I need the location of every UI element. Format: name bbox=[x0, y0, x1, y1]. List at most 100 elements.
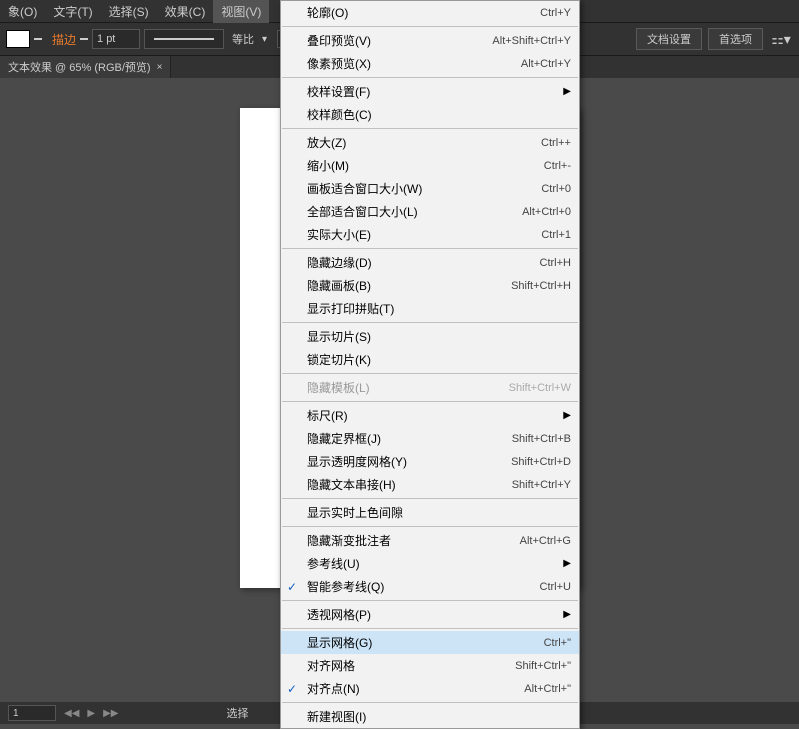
menu-item-37[interactable]: 对齐网格Shift+Ctrl+" bbox=[281, 654, 579, 677]
menu-item-label: 画板适合窗口大小(W) bbox=[307, 180, 541, 197]
menu-item-label: 隐藏渐变批注者 bbox=[307, 532, 520, 549]
menu-item-label: 隐藏画板(B) bbox=[307, 277, 511, 294]
menu-separator bbox=[282, 600, 578, 601]
menu-item-6[interactable]: 校样颜色(C) bbox=[281, 103, 579, 126]
menu-type[interactable]: 文字(T) bbox=[45, 0, 100, 23]
menu-item-36[interactable]: 显示网格(G)Ctrl+" bbox=[281, 631, 579, 654]
last-artboard-icon[interactable]: ▶▶ bbox=[103, 708, 118, 719]
menu-item-shortcut: Alt+Ctrl+Y bbox=[521, 58, 571, 70]
menu-item-shortcut: Shift+Ctrl+H bbox=[511, 280, 571, 292]
menu-item-label: 锁定切片(K) bbox=[307, 351, 571, 368]
menu-item-0[interactable]: 轮廓(O)Ctrl+Y bbox=[281, 1, 579, 24]
menu-item-38[interactable]: ✓对齐点(N)Alt+Ctrl+" bbox=[281, 677, 579, 700]
menu-separator bbox=[282, 248, 578, 249]
ratio-label: 等比 bbox=[232, 31, 254, 47]
document-setup-button[interactable]: 文档设置 bbox=[636, 28, 702, 50]
menu-item-34[interactable]: 透视网格(P)▶ bbox=[281, 603, 579, 626]
menu-item-shortcut: Ctrl+1 bbox=[541, 229, 571, 241]
menu-item-label: 新建视图(I) bbox=[307, 708, 571, 725]
menu-item-shortcut: Alt+Ctrl+" bbox=[524, 683, 571, 695]
status-select-label: 选择 bbox=[226, 705, 248, 721]
menu-item-label: 智能参考线(Q) bbox=[307, 578, 540, 595]
menu-item-label: 放大(Z) bbox=[307, 134, 541, 151]
chevron-down-icon[interactable]: ▾ bbox=[262, 34, 267, 45]
menu-effect[interactable]: 效果(C) bbox=[157, 0, 214, 23]
menu-item-32[interactable]: ✓ 智能参考线(Q)Ctrl+U bbox=[281, 575, 579, 598]
menu-item-3[interactable]: 像素预览(X)Alt+Ctrl+Y bbox=[281, 52, 579, 75]
menu-item-label: 校样颜色(C) bbox=[307, 106, 571, 123]
prev-artboard-icon[interactable]: ◀◀ bbox=[64, 708, 79, 719]
menu-item-31[interactable]: 参考线(U)▶ bbox=[281, 552, 579, 575]
menu-item-shortcut: Ctrl+" bbox=[544, 637, 571, 649]
next-artboard-icon[interactable]: ▶ bbox=[87, 708, 95, 719]
stroke-style-select[interactable] bbox=[144, 29, 224, 49]
document-tab[interactable]: 文本效果 @ 65% (RGB/预览) × bbox=[0, 56, 171, 78]
menu-separator bbox=[282, 128, 578, 129]
menu-item-label: 校样设置(F) bbox=[307, 83, 571, 100]
menu-item-30[interactable]: 隐藏渐变批注者Alt+Ctrl+G bbox=[281, 529, 579, 552]
menu-item-25[interactable]: 显示透明度网格(Y)Shift+Ctrl+D bbox=[281, 450, 579, 473]
panel-menu-icon[interactable]: ⚏▾ bbox=[769, 29, 793, 49]
menu-item-shortcut: Shift+Ctrl+" bbox=[515, 660, 571, 672]
menu-item-shortcut: Shift+Ctrl+D bbox=[511, 456, 571, 468]
close-icon[interactable]: × bbox=[157, 62, 163, 73]
menu-separator bbox=[282, 526, 578, 527]
menu-item-2[interactable]: 叠印预览(V)Alt+Shift+Ctrl+Y bbox=[281, 29, 579, 52]
chevron-right-icon: ▶ bbox=[563, 86, 571, 97]
fill-swatch[interactable] bbox=[6, 30, 30, 48]
menu-item-label: 显示切片(S) bbox=[307, 328, 571, 345]
menu-item-shortcut: Ctrl+Y bbox=[540, 7, 571, 19]
chevron-right-icon: ▶ bbox=[563, 410, 571, 421]
menu-view[interactable]: 视图(V) bbox=[213, 0, 269, 23]
menu-item-shortcut: Ctrl+0 bbox=[541, 183, 571, 195]
menu-item-24[interactable]: 隐藏定界框(J)Shift+Ctrl+B bbox=[281, 427, 579, 450]
menu-separator bbox=[282, 77, 578, 78]
menu-item-shortcut: Alt+Ctrl+0 bbox=[522, 206, 571, 218]
menu-select[interactable]: 选择(S) bbox=[101, 0, 157, 23]
menu-separator bbox=[282, 322, 578, 323]
menu-item-shortcut: Shift+Ctrl+Y bbox=[512, 479, 571, 491]
menu-item-label: 隐藏定界框(J) bbox=[307, 430, 512, 447]
menu-item-23[interactable]: 标尺(R)▶ bbox=[281, 404, 579, 427]
menu-item-28[interactable]: 显示实时上色间隙 bbox=[281, 501, 579, 524]
menu-item-5[interactable]: 校样设置(F)▶ bbox=[281, 80, 579, 103]
menu-item-18[interactable]: 显示切片(S) bbox=[281, 325, 579, 348]
document-tab-title: 文本效果 @ 65% (RGB/预览) bbox=[8, 59, 151, 75]
menu-item-label: 对齐网格 bbox=[307, 657, 515, 674]
menu-item-label: 参考线(U) bbox=[307, 555, 571, 572]
menu-item-label: 显示网格(G) bbox=[307, 634, 544, 651]
menu-separator bbox=[282, 401, 578, 402]
menu-item-shortcut: Ctrl+U bbox=[540, 581, 571, 593]
menu-item-40[interactable]: 新建视图(I) bbox=[281, 705, 579, 728]
menu-separator bbox=[282, 26, 578, 27]
menu-item-shortcut: Alt+Ctrl+G bbox=[520, 535, 571, 547]
menu-item-shortcut: Ctrl++ bbox=[541, 137, 571, 149]
check-icon: ✓ bbox=[287, 580, 297, 594]
menu-item-label: 叠印预览(V) bbox=[307, 32, 492, 49]
menu-item-15[interactable]: 隐藏画板(B)Shift+Ctrl+H bbox=[281, 274, 579, 297]
menu-object[interactable]: 象(O) bbox=[0, 0, 45, 23]
menu-item-label: 标尺(R) bbox=[307, 407, 571, 424]
menu-item-label: 像素预览(X) bbox=[307, 55, 521, 72]
menu-separator bbox=[282, 498, 578, 499]
menu-item-19[interactable]: 锁定切片(K) bbox=[281, 348, 579, 371]
menu-item-14[interactable]: 隐藏边缘(D)Ctrl+H bbox=[281, 251, 579, 274]
menu-item-label: 显示实时上色间隙 bbox=[307, 504, 571, 521]
zoom-input[interactable] bbox=[8, 705, 56, 721]
menu-item-21: 隐藏模板(L)Shift+Ctrl+W bbox=[281, 376, 579, 399]
menu-item-9[interactable]: 缩小(M)Ctrl+- bbox=[281, 154, 579, 177]
menu-item-11[interactable]: 全部适合窗口大小(L)Alt+Ctrl+0 bbox=[281, 200, 579, 223]
menu-separator bbox=[282, 702, 578, 703]
menu-item-shortcut: Shift+Ctrl+B bbox=[512, 433, 571, 445]
menu-item-8[interactable]: 放大(Z)Ctrl++ bbox=[281, 131, 579, 154]
swap-icon[interactable] bbox=[34, 38, 42, 40]
menu-item-label: 隐藏模板(L) bbox=[307, 379, 509, 396]
menu-item-10[interactable]: 画板适合窗口大小(W)Ctrl+0 bbox=[281, 177, 579, 200]
menu-item-16[interactable]: 显示打印拼贴(T) bbox=[281, 297, 579, 320]
stroke-weight-input[interactable] bbox=[92, 29, 140, 49]
preferences-button[interactable]: 首选项 bbox=[708, 28, 763, 50]
menu-item-26[interactable]: 隐藏文本串接(H)Shift+Ctrl+Y bbox=[281, 473, 579, 496]
menu-item-label: 全部适合窗口大小(L) bbox=[307, 203, 522, 220]
menu-item-12[interactable]: 实际大小(E)Ctrl+1 bbox=[281, 223, 579, 246]
menu-item-shortcut: Alt+Shift+Ctrl+Y bbox=[492, 35, 571, 47]
